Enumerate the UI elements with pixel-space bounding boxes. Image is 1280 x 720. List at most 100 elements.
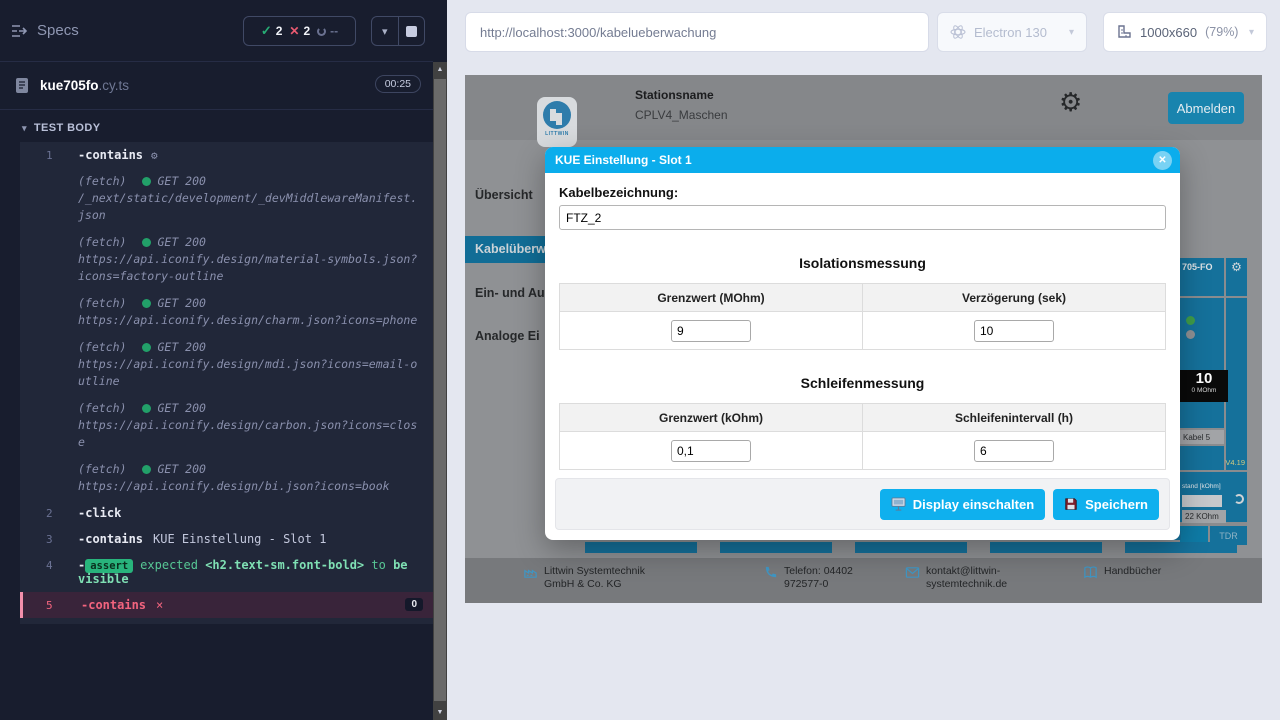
reporter-header: Specs ✓ 2 ✕ 2 -- ▾ (0, 0, 433, 62)
spec-duration-badge: 00:25 (375, 75, 421, 93)
specs-label: Specs (37, 22, 79, 39)
command-log: 1 -contains⚙ (fetch)GET 200 /_next/stati… (20, 142, 433, 624)
status-dot-icon (142, 299, 151, 308)
display-on-button[interactable]: Display einschalten (880, 489, 1045, 520)
browser-bar: Electron 130 ▾ 1000x660 (79%) ▾ (447, 0, 1280, 64)
footer-company: Littwin Systemtechnik GmbH & Co. KG (523, 565, 659, 591)
modal-body: Kabelbezeichnung: Isolationsmessung Gren… (545, 185, 1180, 470)
stop-icon (406, 26, 417, 37)
command-row-contains-3[interactable]: 3 -containsKUE Einstellung - Slot 1 (20, 526, 433, 552)
column-header: Schleifenintervall (h) (863, 404, 1166, 432)
fetch-log-row[interactable]: (fetch)GET 200 https://api.iconify.desig… (20, 229, 433, 290)
loop-section-heading: Schleifenmessung (559, 375, 1166, 391)
collapse-button[interactable]: ▾ (372, 17, 398, 45)
status-green-dot (1186, 316, 1195, 325)
kue-slot-card-partial: 705-FO ⚙ 10 0 MOhm Kabel 5 V4.19 s (1180, 258, 1247, 545)
chevron-down-icon: ▾ (22, 123, 27, 134)
status-dot-icon (142, 465, 151, 474)
test-stats: ✓ 2 ✕ 2 -- (243, 16, 356, 46)
fetch-log-row[interactable]: (fetch)GET 200 /_next/static/development… (20, 168, 433, 229)
footer-email[interactable]: kontakt@littwin-systemtechnik.de (905, 565, 1021, 591)
check-icon: ✓ (261, 23, 272, 39)
spec-file-name: kue705fo.cy.ts (40, 78, 129, 93)
chevron-down-icon: ▾ (382, 25, 388, 38)
app-footer: Littwin Systemtechnik GmbH & Co. KG Tele… (465, 558, 1262, 603)
phone-icon (763, 565, 778, 580)
measurement-display: 10 0 MOhm (1180, 370, 1228, 402)
status-gray-dot (1186, 330, 1195, 339)
modal-footer: Display einschalten Speichern (555, 478, 1170, 530)
x-icon: ✕ (289, 24, 299, 38)
spec-file-row[interactable]: kue705fo.cy.ts 00:25 (0, 62, 433, 110)
station-name-label: Stationsname (635, 88, 714, 102)
spec-file-icon (14, 77, 30, 94)
logo-mark-icon (543, 101, 571, 129)
cable-name-label: Kabelbezeichnung: (559, 185, 1166, 200)
app-header: Stationsname CPLV4_Maschen ⚙ Abmelden (465, 75, 1262, 140)
stat-passed: ✓ 2 (261, 23, 283, 39)
cable-name-input[interactable] (559, 205, 1166, 230)
assert-badge: assert (85, 559, 133, 573)
factory-icon (523, 565, 538, 580)
scrollbar-thumb[interactable] (434, 79, 446, 701)
loop-limit-input[interactable] (671, 440, 751, 462)
stop-button[interactable] (398, 17, 425, 45)
command-row-contains-1[interactable]: 1 -contains⚙ (20, 142, 433, 168)
status-dot-icon (142, 343, 151, 352)
stage: Electron 130 ▾ 1000x660 (79%) ▾ Stations… (447, 0, 1280, 720)
company-logo: LITTWIN (537, 97, 577, 147)
screen: Specs ✓ 2 ✕ 2 -- ▾ (0, 0, 1280, 720)
column-header: Verzögerung (sek) (863, 284, 1166, 312)
viewport-size-selector[interactable]: 1000x660 (79%) ▾ (1103, 12, 1267, 52)
run-controls: ▾ (371, 16, 425, 46)
slot-card-title: 705-FO (1180, 258, 1224, 272)
test-body-label: TEST BODY (34, 122, 101, 134)
footer-phone: Telefon: 04402 972577-0 (763, 565, 894, 591)
slot-gear-icon[interactable]: ⚙ (1226, 258, 1247, 274)
monitor-icon (891, 497, 906, 511)
footer-manuals[interactable]: Handbücher (1083, 565, 1161, 580)
refresh-icon[interactable] (1234, 494, 1244, 504)
resistance-field-label: stand [kOhm] (1182, 483, 1221, 490)
browser-name: Electron 130 (974, 25, 1047, 40)
stat-pending: -- (317, 24, 338, 38)
command-row-assert[interactable]: 4 -assertexpected <h2.text-sm.font-bold>… (20, 552, 433, 592)
command-row-click[interactable]: 2 -click (20, 500, 433, 526)
electron-atom-icon (950, 24, 966, 40)
url-input[interactable] (465, 12, 929, 52)
resistance-value: 22 KOhm (1182, 510, 1226, 523)
column-header: Grenzwert (kOhm) (560, 404, 863, 432)
scrollbar-cap (433, 0, 447, 62)
floppy-disk-icon (1064, 497, 1078, 511)
isolation-limit-input[interactable] (671, 320, 751, 342)
browser-selector[interactable]: Electron 130 ▾ (937, 12, 1087, 52)
close-icon[interactable]: ✕ (1153, 151, 1172, 170)
resistance-input[interactable] (1182, 495, 1222, 507)
fetch-log-row[interactable]: (fetch)GET 200 https://api.iconify.desig… (20, 334, 433, 395)
save-button[interactable]: Speichern (1053, 489, 1159, 520)
specs-button[interactable]: Specs (10, 22, 79, 39)
ruler-icon (1116, 24, 1132, 40)
scroll-up-icon[interactable]: ▲ (433, 62, 447, 77)
fetch-log-row[interactable]: (fetch)GET 200 https://api.iconify.desig… (20, 290, 433, 334)
status-dot-icon (142, 404, 151, 413)
isolation-table: Grenzwert (MOhm) Verzögerung (sek) (559, 283, 1166, 350)
reporter-scrollbar[interactable]: ▲ ▼ (433, 62, 447, 720)
logout-button[interactable]: Abmelden (1168, 92, 1244, 124)
fetch-log-row[interactable]: (fetch)GET 200 https://api.iconify.desig… (20, 456, 433, 500)
modal-title: KUE Einstellung - Slot 1 (555, 153, 692, 167)
envelope-icon (905, 565, 920, 580)
kue-settings-modal: KUE Einstellung - Slot 1 ✕ Kabelbezeichn… (545, 147, 1180, 540)
fetch-log-row[interactable]: (fetch)GET 200 https://api.iconify.desig… (20, 395, 433, 456)
command-row-contains-failed[interactable]: 5 -contains× 0 (20, 592, 433, 618)
loop-interval-input[interactable] (974, 440, 1054, 462)
gear-icon: ⚙ (151, 149, 158, 162)
settings-gear-icon[interactable]: ⚙ (1059, 89, 1082, 115)
isolation-delay-input[interactable] (974, 320, 1054, 342)
specs-list-icon (10, 23, 28, 39)
cable-name-label: Kabel 5 (1180, 430, 1224, 444)
scroll-down-icon[interactable]: ▼ (433, 705, 447, 720)
stat-failed: ✕ 2 (289, 24, 310, 38)
test-body-toggle[interactable]: ▾ TEST BODY (0, 110, 433, 142)
column-header: Grenzwert (MOhm) (560, 284, 863, 312)
